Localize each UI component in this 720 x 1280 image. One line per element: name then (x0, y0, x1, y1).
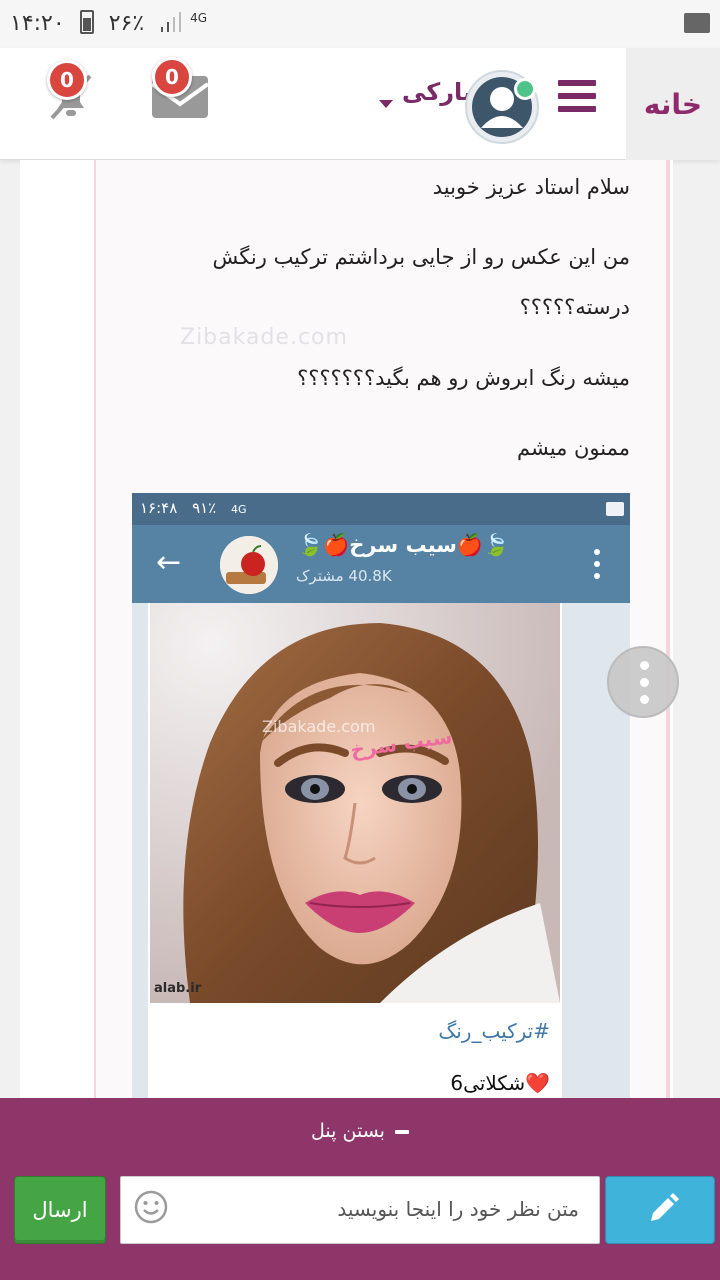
close-panel-label: بستن پنل (311, 1120, 385, 1142)
status-time: ۱۴:۲۰ ۲۶٪ 4G (10, 10, 207, 36)
subscriber-count: 40.8K مشترک (296, 567, 392, 585)
message-count-badge: 0 (152, 57, 192, 97)
comment-input[interactable]: متن نظر خود را اینجا بنویسید (120, 1176, 600, 1244)
hamburger-menu-button[interactable] (558, 80, 596, 112)
send-button[interactable]: ارسال (14, 1176, 106, 1244)
back-arrow-icon: ← (156, 545, 182, 580)
embedded-network: 4G (231, 503, 247, 516)
comment-panel: بستن پنل ارسال متن نظر خود را اینجا بنوی… (0, 1098, 720, 1280)
notification-count-badge: 0 (47, 60, 87, 100)
home-tab-label: خانه (643, 87, 703, 121)
network-type: 4G (190, 11, 208, 25)
embedded-status-text: ۱۶:۴۸ ۹۱٪ 4G (140, 499, 247, 517)
home-tab[interactable]: خانه (626, 48, 720, 160)
photo-credit: alab.ir (154, 981, 202, 996)
top-header: 0 0 نیارکی خانه (0, 48, 720, 160)
pencil-icon (651, 1193, 679, 1221)
compose-button[interactable] (605, 1176, 715, 1244)
face-photo: Zibakade.com سیب سرخ alab.ir (150, 603, 560, 1003)
close-panel-button[interactable]: بستن پنل (0, 1120, 720, 1142)
embedded-folder-icon (606, 502, 624, 516)
channel-avatar (220, 536, 278, 594)
site-watermark: Zibakade.com (180, 325, 348, 350)
post-line: ممنون میشم (517, 436, 630, 460)
photo-watermark: Zibakade.com (262, 717, 376, 736)
color-name-text: ❤️شکلاتی6 (450, 1071, 550, 1095)
menu-bar (558, 93, 596, 99)
menu-bar (558, 80, 596, 86)
post-line: سلام استاد عزیز خوبید (432, 175, 630, 199)
online-status-dot (514, 78, 536, 100)
comment-placeholder: متن نظر خود را اینجا بنویسید (337, 1197, 579, 1221)
embedded-battery: ۹۱٪ (192, 499, 217, 517)
more-options-button[interactable] (607, 646, 679, 718)
clock-text: ۱۴:۲۰ (10, 11, 65, 36)
minus-icon (394, 1129, 409, 1134)
more-vert-icon (594, 549, 600, 579)
face-illustration (150, 603, 560, 1003)
dot (640, 678, 649, 687)
embedded-clock: ۱۶:۴۸ (140, 499, 178, 517)
hashtag-link: #ترکیب_رنگ (438, 1019, 550, 1043)
emoji-icon[interactable] (133, 1189, 169, 1225)
dot (640, 661, 649, 670)
battery-percent: ۲۶٪ (108, 11, 145, 36)
battery-icon (79, 10, 94, 34)
embedded-screenshot[interactable]: ۱۶:۴۸ ۹۱٪ 4G ← 🍃🍎سیب سرخ🍎🍃 40.8K مشترک Z… (132, 493, 630, 1098)
apple-icon (220, 536, 278, 594)
folder-icon (684, 13, 710, 33)
dot (640, 695, 649, 704)
status-bar: ۱۴:۲۰ ۲۶٪ 4G (0, 0, 720, 48)
post-line: درسته؟؟؟؟؟ (519, 295, 630, 319)
embedded-channel-header: ← 🍃🍎سیب سرخ🍎🍃 40.8K مشترک (132, 525, 630, 603)
post-line: من این عکس رو از جایی برداشتم ترکیب رنگش (212, 245, 630, 269)
menu-bar (558, 106, 596, 112)
embedded-status-bar: ۱۶:۴۸ ۹۱٪ 4G (132, 493, 630, 525)
channel-title: 🍃🍎سیب سرخ🍎🍃 (297, 533, 510, 557)
user-dropdown-caret[interactable] (379, 100, 393, 108)
post-line: میشه رنگ ابروش رو هم بگید؟؟؟؟؟؟؟ (297, 366, 630, 390)
signal-icon (161, 12, 182, 32)
